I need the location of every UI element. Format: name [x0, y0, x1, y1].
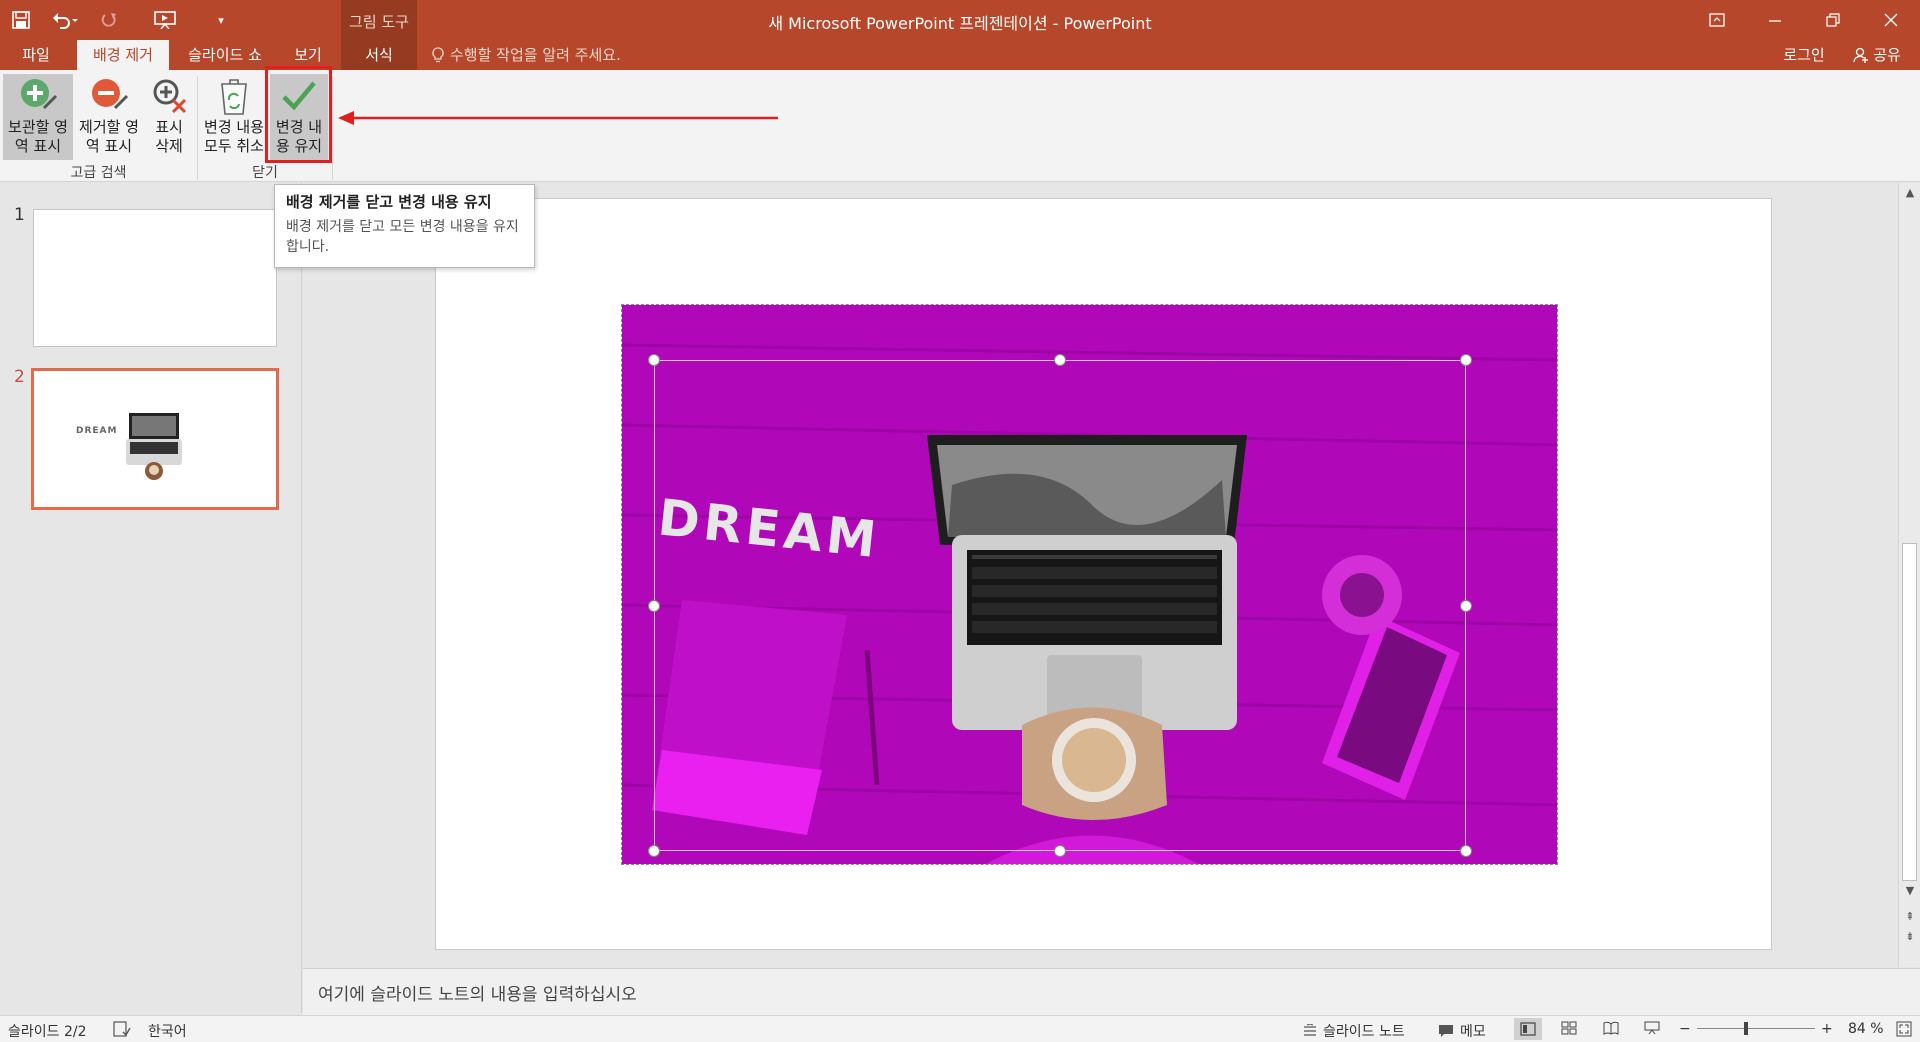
thumb-laptop-image — [126, 413, 182, 480]
language-indicator[interactable]: 한국어 — [148, 1021, 187, 1041]
slide-number: 1 — [14, 205, 25, 225]
tooltip-title: 배경 제거를 닫고 변경 내용 유지 — [286, 193, 492, 211]
mark-remove-label-1: 제거할 영 — [79, 118, 139, 136]
quick-access-toolbar: ▾ — [0, 0, 242, 40]
thumb-dream-text: DREAM — [76, 426, 118, 436]
notes-pane[interactable]: 여기에 슬라이드 노트의 내용을 입력하십시오 — [303, 968, 1920, 1015]
slide-thumbnail-pane: 1 2 DREAM — [0, 183, 302, 1013]
tab-file[interactable]: 파일 — [0, 40, 72, 70]
notes-button-label: 슬라이드 노트 — [1323, 1024, 1405, 1040]
share-person-icon — [1853, 47, 1869, 63]
group-label-refine: 고급 검색 — [70, 165, 127, 181]
zoom-slider[interactable] — [1697, 1028, 1815, 1029]
contextual-group-title: 그림 도구 — [349, 13, 409, 31]
close-icon[interactable] — [1862, 0, 1920, 40]
resize-handle[interactable] — [1054, 354, 1066, 366]
slide-thumbnail-2[interactable]: DREAM — [31, 368, 279, 510]
tell-me-text: 수행할 작업을 알려 주세요. — [450, 46, 621, 64]
notes-icon — [1304, 1024, 1316, 1036]
mark-areas-to-keep-button[interactable]: 보관할 영 역 표시 — [3, 74, 73, 160]
group-separator — [197, 76, 198, 180]
status-bar: 슬라이드 2/2 한국어 슬라이드 노트 메모 − + 84 % — [0, 1015, 1920, 1042]
tooltip-body: 배경 제거를 닫고 모든 변경 내용을 유지합니다. — [286, 219, 519, 255]
window-controls — [1688, 0, 1920, 40]
share-button[interactable]: 공유 — [1838, 40, 1916, 70]
group-separator — [332, 76, 333, 180]
share-label: 공유 — [1873, 46, 1901, 64]
fit-slide-icon[interactable] — [1896, 1021, 1912, 1037]
zoom-slider-thumb[interactable] — [1744, 1022, 1748, 1035]
notes-toggle-button[interactable]: 슬라이드 노트 — [1303, 1021, 1405, 1041]
previous-slide-icon[interactable]: ⇞ — [1899, 907, 1920, 927]
slide-number: 2 — [14, 367, 25, 387]
window-title: 새 Microsoft PowerPoint 프레젠테이션 - PowerPoi… — [768, 14, 1152, 33]
resize-handle[interactable] — [1460, 600, 1472, 612]
slideshow-view-icon[interactable] — [1644, 1021, 1660, 1035]
minimize-icon[interactable] — [1746, 0, 1804, 40]
background-removal-picture[interactable]: DREAM — [621, 304, 1558, 865]
ribbon-display-options-icon[interactable] — [1688, 0, 1746, 40]
zoom-in-icon[interactable]: + — [1821, 1021, 1833, 1037]
resize-handle[interactable] — [648, 354, 660, 366]
sign-in-link[interactable]: 로그인 — [1772, 40, 1836, 70]
discard-label-2: 모두 취소 — [204, 137, 264, 155]
delete-mark-label-1: 표시 — [155, 118, 183, 136]
zoom-level[interactable]: 84 % — [1848, 1021, 1884, 1037]
comment-icon — [1439, 1025, 1453, 1037]
annotation-arrow — [338, 111, 778, 125]
slide-thumbnail-1[interactable] — [33, 209, 277, 347]
mark-areas-to-remove-button[interactable]: 제거할 영 역 표시 — [75, 74, 143, 160]
delete-mark-label-2: 삭제 — [155, 137, 183, 155]
resize-handle[interactable] — [648, 845, 660, 857]
comments-button-label: 메모 — [1460, 1024, 1486, 1040]
minus-pencil-icon — [92, 79, 129, 110]
lightbulb-icon — [432, 47, 444, 63]
mark-remove-label-2: 역 표시 — [85, 137, 133, 155]
scrollbar-thumb[interactable] — [1902, 543, 1917, 881]
save-icon[interactable] — [0, 0, 42, 40]
tab-format[interactable]: 서식 — [341, 40, 417, 70]
slide-counter: 슬라이드 2/2 — [8, 1024, 87, 1040]
slide-editor: DREAM — [303, 183, 1898, 967]
group-label-close: 닫기 — [252, 165, 278, 181]
scroll-down-icon[interactable]: ▼ — [1899, 881, 1920, 901]
next-slide-icon[interactable]: ⇟ — [1899, 927, 1920, 947]
mark-keep-label-2: 역 표시 — [14, 137, 62, 155]
delete-mark-icon — [153, 79, 187, 114]
annotation-highlight-box — [265, 66, 332, 163]
spellcheck-icon[interactable] — [113, 1021, 131, 1037]
discard-all-changes-button[interactable]: 변경 내용 모두 취소 — [202, 74, 266, 160]
marquee-selection-rect — [654, 360, 1466, 851]
resize-handle[interactable] — [648, 600, 660, 612]
reading-view-icon[interactable] — [1603, 1021, 1619, 1035]
mark-keep-label-1: 보관할 영 — [8, 118, 68, 136]
resize-handle[interactable] — [1054, 845, 1066, 857]
tab-slide-show[interactable]: 슬라이드 쇼 — [175, 40, 275, 70]
slide-sorter-view-icon[interactable] — [1561, 1021, 1577, 1035]
resize-handle[interactable] — [1460, 845, 1472, 857]
customize-qat-icon[interactable]: ▾ — [200, 0, 242, 40]
comments-button[interactable]: 메모 — [1438, 1021, 1486, 1041]
normal-view-icon[interactable] — [1514, 1018, 1542, 1040]
slide-canvas: DREAM — [435, 198, 1772, 950]
redo-icon[interactable] — [88, 0, 130, 40]
resize-handle[interactable] — [1460, 354, 1472, 366]
delete-mark-button[interactable]: 표시 삭제 — [145, 74, 193, 160]
zoom-out-icon[interactable]: − — [1679, 1021, 1691, 1037]
discard-label-1: 변경 내용 — [204, 118, 264, 136]
plus-pencil-icon — [21, 79, 58, 110]
notes-placeholder: 여기에 슬라이드 노트의 내용을 입력하십시오 — [318, 985, 637, 1005]
vertical-scrollbar[interactable]: ▲ ▼ ⇞ ⇟ — [1898, 183, 1920, 967]
undo-icon[interactable] — [42, 0, 88, 40]
recycle-bin-icon — [221, 79, 247, 115]
tab-remove-background[interactable]: 배경 제거 — [77, 40, 169, 70]
title-bar: ▾ 새 Microsoft PowerPoint 프레젠테이션 - PowerP… — [0, 0, 1920, 40]
restore-icon[interactable] — [1804, 0, 1862, 40]
tell-me-box[interactable]: 수행할 작업을 알려 주세요. — [432, 40, 652, 70]
slideshow-from-start-icon[interactable] — [130, 0, 200, 40]
scroll-up-icon[interactable]: ▲ — [1899, 183, 1920, 203]
keep-changes-tooltip: 배경 제거를 닫고 변경 내용 유지 배경 제거를 닫고 모든 변경 내용을 유… — [274, 184, 535, 268]
